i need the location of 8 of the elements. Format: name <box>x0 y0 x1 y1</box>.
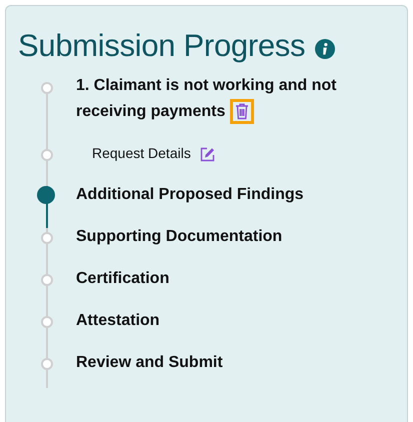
step-label[interactable]: Supporting Documentation <box>76 224 282 250</box>
step-label[interactable]: Request Details <box>92 140 220 166</box>
panel-title: Submission Progress <box>18 28 306 64</box>
step-label[interactable]: Certification <box>76 266 170 292</box>
step-label[interactable]: Review and Submit <box>76 350 223 376</box>
step-label[interactable]: 1. Claimant is not working and not receiving payments <box>76 73 376 125</box>
step-label[interactable]: Attestation <box>76 308 160 334</box>
step-label[interactable]: Additional Proposed Findings <box>76 182 304 208</box>
